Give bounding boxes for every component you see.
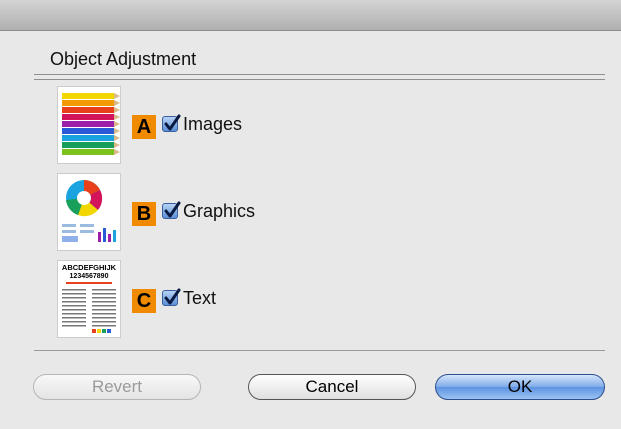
text-checkbox[interactable] — [162, 288, 181, 306]
colored-pencils-thumbnail — [57, 86, 121, 164]
images-checkbox[interactable] — [162, 114, 181, 132]
section-title: Object Adjustment — [50, 49, 197, 69]
thumbnail-text-line1: ABCDEFGHIJK — [62, 263, 117, 272]
title-divider — [34, 74, 605, 80]
cancel-button[interactable]: Cancel — [248, 374, 416, 400]
text-option-row: ABCDEFGHIJK 1234567890 C Text — [57, 260, 357, 338]
checkmark-icon — [164, 288, 181, 305]
button-divider — [34, 350, 605, 351]
marker-b: B — [132, 202, 156, 226]
images-label[interactable]: Images — [183, 114, 242, 135]
window-titlebar[interactable] — [0, 0, 621, 31]
marker-c: C — [132, 289, 156, 313]
graphics-label[interactable]: Graphics — [183, 201, 255, 222]
object-adjustment-dialog: Object Adjustment A Images B Graphics AB… — [0, 31, 621, 429]
checkmark-icon — [164, 114, 181, 131]
graphics-checkbox[interactable] — [162, 201, 181, 219]
graphics-option-row: B Graphics — [57, 173, 357, 251]
graphics-chart-thumbnail — [57, 173, 121, 251]
marker-a: A — [132, 115, 156, 139]
text-document-thumbnail: ABCDEFGHIJK 1234567890 — [57, 260, 121, 338]
thumbnail-text-line2: 1234567890 — [70, 273, 109, 280]
images-option-row: A Images — [57, 86, 357, 164]
checkmark-icon — [164, 201, 181, 218]
ok-button[interactable]: OK — [435, 374, 605, 400]
text-label[interactable]: Text — [183, 288, 216, 309]
revert-button[interactable]: Revert — [33, 374, 201, 400]
